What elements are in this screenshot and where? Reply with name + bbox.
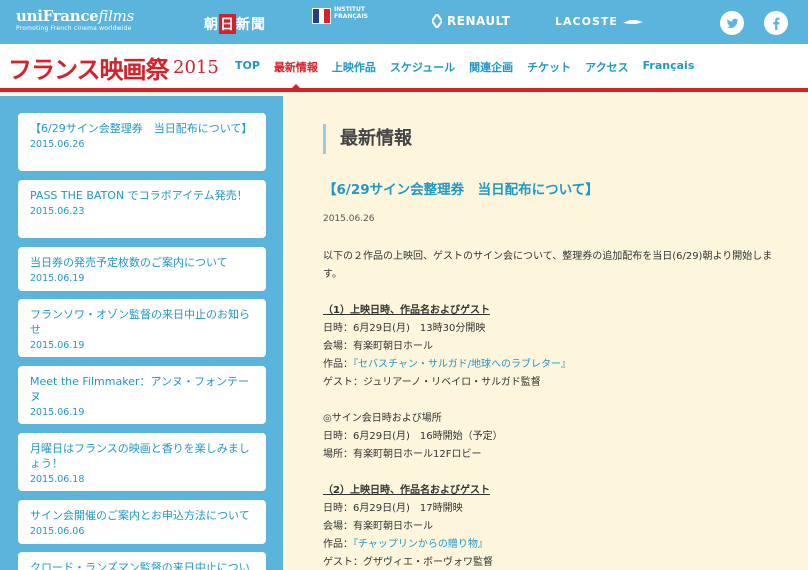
asahi-mid: 日 [219, 14, 236, 34]
nav-films[interactable]: 上映作品 [325, 59, 383, 75]
news-sidebar: 【6/29サイン会整理券 当日配布について】 2015.06.26 PASS T… [0, 96, 283, 570]
institut-line1: INSTITUT [334, 6, 365, 13]
sidebar-news-title: サイン会開催のご案内とお申込方法について [30, 509, 250, 522]
sidebar-news-item[interactable]: クロード・ランズマン監督の来日中止につい [18, 552, 266, 570]
section-2-title: （2）上映日時、作品名およびゲスト [323, 485, 490, 496]
sidebar-news-item[interactable]: 当日券の発売予定枚数のご案内について 2015.06.19 [18, 247, 266, 291]
sidebar-news-item[interactable]: 月曜日はフランスの映画と香りを楽しみましょう！ 2015.06.18 [18, 433, 266, 491]
main-nav: TOP 最新情報 上映作品 スケジュール 関連企画 チケット アクセス Fran… [228, 59, 702, 89]
french-flag-icon [312, 8, 332, 24]
section-2-work-prefix: 作品： [323, 539, 353, 550]
unifrance-films: films [98, 7, 134, 25]
article-body: 以下の２作品の上映回、ゲストのサイン会について、整理券の追加配布を当日(6/29… [323, 248, 773, 570]
unifrance-name: uniFrance [16, 7, 99, 25]
sidebar-news-item[interactable]: Meet the Filmmaker：アンヌ・フォンテーヌ 2015.06.19 [18, 366, 266, 424]
nav-schedule[interactable]: スケジュール [383, 59, 462, 75]
sidebar-news-title: 月曜日はフランスの映画と香りを楽しみましょう！ [30, 442, 250, 470]
asahi-left: 朝 [204, 17, 219, 33]
nav-top[interactable]: TOP [228, 59, 267, 75]
sidebar-news-title: フランソワ・オゾン監督の来日中止のお知らせ [30, 308, 250, 336]
sidebar-news-title: Meet the Filmmaker：アンヌ・フォンテーヌ [30, 375, 250, 403]
sidebar-news-item[interactable]: サイン会開催のご案内とお申込方法について 2015.06.06 [18, 500, 266, 544]
unifrance-tagline: Promoting French cinema worldwide [16, 25, 132, 32]
facebook-icon[interactable] [764, 11, 788, 35]
section-1-venue: 会場：有楽町朝日ホール [323, 341, 433, 352]
unifrance-logo[interactable]: uniFrancefilms Promoting French cinema w… [16, 7, 134, 32]
section-1-work-prefix: 作品： [323, 359, 353, 370]
article-date: 2015.06.26 [323, 214, 375, 224]
sidebar-news-item[interactable]: 【6/29サイン会整理券 当日配布について】 2015.06.26 [18, 113, 266, 171]
article-intro: 以下の２作品の上映回、ゲストのサイン会について、整理券の追加配布を当日(6/29… [323, 251, 773, 280]
section-1-work: 作品：『セバスチャン・サルガド/地球へのラブレター』 [323, 356, 773, 374]
site-header: フランス映画祭 2015 TOP 最新情報 上映作品 スケジュール 関連企画 チ… [0, 44, 808, 92]
section-2-date: 日時：6月29日(月) 17時開映 [323, 503, 463, 514]
sidebar-news-title: 【6/29サイン会整理券 当日配布について】 [30, 122, 253, 135]
facebook-f-icon [772, 17, 780, 30]
sidebar-news-date: 2015.06.19 [30, 340, 85, 351]
page-title: 最新情報 [323, 124, 412, 154]
sidebar-news-date: 2015.06.19 [30, 273, 85, 284]
twitter-bird-icon [726, 18, 738, 28]
section-2-venue: 会場：有楽町朝日ホール [323, 521, 433, 532]
sidebar-news-date: 2015.06.06 [30, 526, 85, 537]
asahi-logo[interactable]: 朝日新聞 [204, 14, 266, 34]
nav-access[interactable]: アクセス [578, 59, 635, 75]
sidebar-news-date: 2015.06.23 [30, 206, 85, 217]
crocodile-icon [622, 19, 643, 24]
renault-logo[interactable]: RENAULT [432, 14, 511, 28]
site-year: 2015 [173, 57, 219, 78]
sidebar-news-title: 当日券の発売予定枚数のご案内について [30, 256, 228, 269]
sidebar-news-date: 2015.06.19 [30, 407, 85, 418]
nav-news[interactable]: 最新情報 [267, 59, 325, 89]
sidebar-news-date: 2015.06.26 [30, 139, 85, 150]
section-1-work-link[interactable]: 『セバスチャン・サルガド/地球へのラブレター』 [353, 359, 571, 370]
renault-label: RENAULT [447, 14, 511, 28]
institut-francais-logo[interactable]: INSTITUT FRANÇAIS [312, 6, 368, 38]
renault-diamond-icon [432, 14, 442, 28]
sidebar-news-item[interactable]: フランソワ・オゾン監督の来日中止のお知らせ 2015.06.19 [18, 299, 266, 357]
sidebar-news-title: クロード・ランズマン監督の来日中止につい [30, 561, 250, 570]
sidebar-news-date: 2015.06.18 [30, 474, 85, 485]
signing-date: 日時：6月29日(月) 16時開始（予定） [323, 431, 503, 442]
article-title: 【6/29サイン会整理券 当日配布について】 [323, 182, 599, 198]
lacoste-logo[interactable]: LACOSTE [555, 15, 644, 28]
section-1-guest: ゲスト：ジュリアーノ・リベイロ・サルガド監督 [323, 377, 541, 388]
signing-title: ◎サイン会日時および場所 [323, 413, 442, 424]
sponsor-bar: uniFrancefilms Promoting French cinema w… [0, 0, 808, 44]
institut-line2: FRANÇAIS [334, 13, 368, 20]
sidebar-news-title: PASS THE BATON でコラボアイテム発売！ [30, 189, 248, 202]
nav-francais[interactable]: Français [636, 59, 702, 75]
section-1-title: （1）上映日時、作品名およびゲスト [323, 305, 490, 316]
nav-events[interactable]: 関連企画 [462, 59, 520, 75]
section-1-date: 日時：6月29日(月) 13時30分開映 [323, 323, 486, 334]
lacoste-label: LACOSTE [555, 15, 618, 28]
main-content: 最新情報 【6/29サイン会整理券 当日配布について】 2015.06.26 以… [283, 96, 808, 570]
signing-place: 場所：有楽町朝日ホール12Fロビー [323, 449, 482, 460]
section-2-guest: ゲスト：グザヴィエ・ボーヴォワ監督 [323, 557, 493, 568]
sidebar-news-item[interactable]: PASS THE BATON でコラボアイテム発売！ 2015.06.23 [18, 180, 266, 238]
section-2-work: 作品：『チャップリンからの贈り物』 [323, 536, 773, 554]
twitter-icon[interactable] [720, 11, 744, 35]
asahi-right: 新聞 [236, 17, 266, 33]
section-2-work-link[interactable]: 『チャップリンからの贈り物』 [353, 539, 488, 550]
nav-tickets[interactable]: チケット [520, 59, 578, 75]
site-title[interactable]: フランス映画祭 [8, 50, 170, 85]
